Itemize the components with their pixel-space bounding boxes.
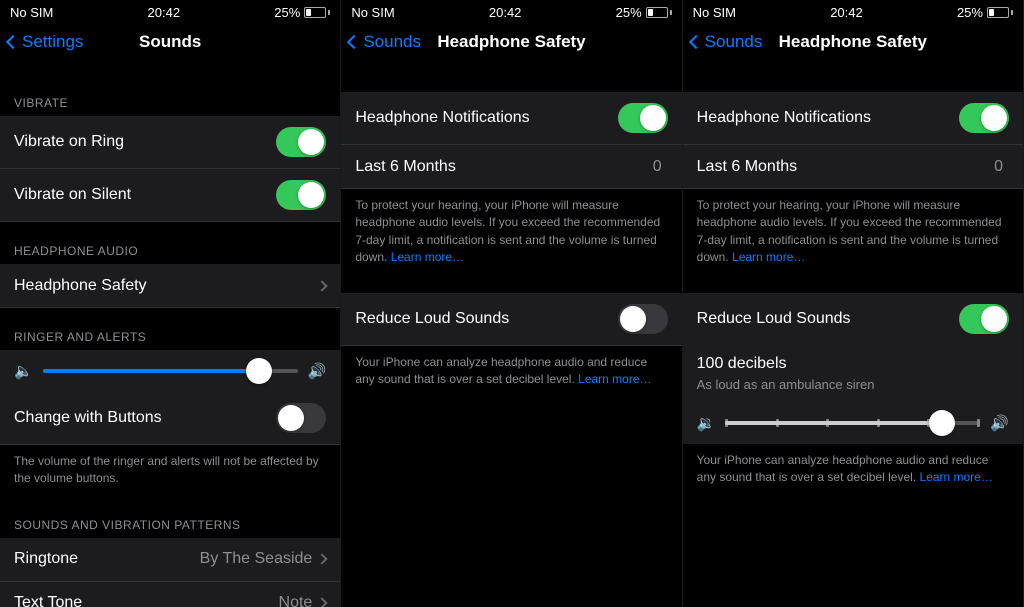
section-header-ringer: RINGER AND ALERTS: [0, 308, 340, 350]
status-battery: 25%: [616, 5, 672, 20]
label-headphone-notifications: Headphone Notifications: [697, 109, 959, 127]
value-text-tone: Note: [279, 594, 319, 607]
learn-more-link[interactable]: Learn more…: [391, 250, 464, 264]
learn-more-link[interactable]: Learn more…: [578, 372, 651, 386]
row-vibrate-on-ring[interactable]: Vibrate on Ring: [0, 116, 340, 169]
status-carrier: No SIM: [10, 5, 53, 20]
row-reduce-loud-sounds[interactable]: Reduce Loud Sounds: [683, 293, 1023, 345]
label-headphone-safety: Headphone Safety: [14, 277, 318, 295]
status-time: 20:42: [148, 5, 181, 20]
status-bar: No SIM 20:42 25%: [341, 0, 681, 22]
label-ringtone: Ringtone: [14, 550, 200, 568]
back-button[interactable]: Sounds: [349, 32, 421, 52]
back-label: Sounds: [705, 32, 763, 52]
volume-high-icon: 🔊: [308, 362, 327, 380]
toggle-reduce-loud[interactable]: [959, 304, 1009, 334]
volume-low-icon: 🔈: [14, 362, 33, 380]
decibel-slider[interactable]: [725, 421, 980, 425]
label-last-6-months: Last 6 Months: [697, 158, 994, 176]
slider-thumb[interactable]: [246, 358, 272, 384]
row-headphone-safety[interactable]: Headphone Safety: [0, 264, 340, 308]
back-label: Sounds: [363, 32, 421, 52]
value-ringtone: By The Seaside: [200, 550, 319, 568]
row-ringtone[interactable]: Ringtone By The Seaside: [0, 538, 340, 582]
slider-fill: [725, 421, 942, 425]
status-bar: No SIM 20:42 25%: [683, 0, 1023, 22]
slider-fill: [43, 369, 260, 373]
ringer-volume-slider[interactable]: [43, 369, 298, 373]
learn-more-link[interactable]: Learn more…: [919, 470, 992, 484]
toggle-vibrate-ring[interactable]: [276, 127, 326, 157]
status-bar: No SIM 20:42 25%: [0, 0, 340, 22]
status-battery: 25%: [957, 5, 1013, 20]
label-text-tone: Text Tone: [14, 594, 279, 607]
toggle-reduce-loud[interactable]: [618, 304, 668, 334]
section-header-vibrate: VIBRATE: [0, 70, 340, 116]
battery-icon: [304, 7, 330, 18]
toggle-change-buttons[interactable]: [276, 403, 326, 433]
content: VIBRATE Vibrate on Ring Vibrate on Silen…: [0, 62, 340, 607]
battery-icon: [646, 7, 672, 18]
toggle-headphone-notifications[interactable]: [959, 103, 1009, 133]
ringer-slider-row[interactable]: 🔈 🔊: [0, 350, 340, 392]
volume-high-icon: 🔊: [990, 414, 1009, 432]
value-last-6-months: 0: [994, 158, 1009, 176]
decibel-description: As loud as an ambulance siren: [683, 373, 1023, 402]
section-header-headphone: HEADPHONE AUDIO: [0, 222, 340, 264]
toggle-headphone-notifications[interactable]: [618, 103, 668, 133]
label-reduce-loud: Reduce Loud Sounds: [355, 310, 617, 328]
row-reduce-loud-sounds[interactable]: Reduce Loud Sounds: [341, 293, 681, 346]
status-time: 20:42: [830, 5, 863, 20]
chevron-left-icon: [689, 35, 703, 49]
status-battery: 25%: [274, 5, 330, 20]
decibel-slider-row[interactable]: 🔉 🔊: [683, 402, 1023, 444]
row-text-tone[interactable]: Text Tone Note: [0, 582, 340, 607]
screen-sounds: No SIM 20:42 25% Settings Sounds VIBRATE…: [0, 0, 341, 607]
content: Headphone Notifications Last 6 Months 0 …: [341, 62, 681, 607]
back-button[interactable]: Sounds: [691, 32, 763, 52]
reduce-footer-text: Your iPhone can analyze headphone audio …: [341, 346, 681, 397]
chevron-right-icon: [317, 280, 328, 291]
notif-footer-text: To protect your hearing, your iPhone wil…: [683, 189, 1023, 275]
reduce-footer-text: Your iPhone can analyze headphone audio …: [683, 444, 1023, 495]
chevron-left-icon: [6, 35, 20, 49]
status-time: 20:42: [489, 5, 522, 20]
row-last-6-months[interactable]: Last 6 Months 0: [341, 145, 681, 189]
status-carrier: No SIM: [351, 5, 394, 20]
row-headphone-notifications[interactable]: Headphone Notifications: [341, 92, 681, 145]
chevron-right-icon: [317, 554, 328, 565]
decibel-value: 100 decibels: [683, 345, 1023, 373]
learn-more-link[interactable]: Learn more…: [732, 250, 805, 264]
content: Headphone Notifications Last 6 Months 0 …: [683, 62, 1023, 607]
value-last-6-months: 0: [653, 158, 668, 176]
row-change-with-buttons[interactable]: Change with Buttons: [0, 392, 340, 445]
screen-headphone-safety-off: No SIM 20:42 25% Sounds Headphone Safety…: [341, 0, 682, 607]
screen-headphone-safety-on: No SIM 20:42 25% Sounds Headphone Safety…: [683, 0, 1024, 607]
battery-icon: [987, 7, 1013, 18]
navbar: Sounds Headphone Safety: [683, 22, 1023, 62]
label-last-6-months: Last 6 Months: [355, 158, 652, 176]
status-carrier: No SIM: [693, 5, 736, 20]
label-change-buttons: Change with Buttons: [14, 409, 276, 427]
navbar: Settings Sounds: [0, 22, 340, 62]
row-vibrate-on-silent[interactable]: Vibrate on Silent: [0, 169, 340, 222]
section-header-patterns: SOUNDS AND VIBRATION PATTERNS: [0, 496, 340, 538]
back-button[interactable]: Settings: [8, 32, 83, 52]
chevron-right-icon: [317, 598, 328, 607]
label-reduce-loud: Reduce Loud Sounds: [697, 310, 959, 328]
navbar: Sounds Headphone Safety: [341, 22, 681, 62]
row-headphone-notifications[interactable]: Headphone Notifications: [683, 92, 1023, 145]
chevron-left-icon: [347, 35, 361, 49]
volume-low-icon: 🔉: [697, 414, 716, 432]
label-headphone-notifications: Headphone Notifications: [355, 109, 617, 127]
label-vibrate-silent: Vibrate on Silent: [14, 186, 276, 204]
label-vibrate-ring: Vibrate on Ring: [14, 133, 276, 151]
ringer-footer-text: The volume of the ringer and alerts will…: [0, 445, 340, 496]
toggle-vibrate-silent[interactable]: [276, 180, 326, 210]
back-label: Settings: [22, 32, 83, 52]
row-last-6-months[interactable]: Last 6 Months 0: [683, 145, 1023, 189]
notif-footer-text: To protect your hearing, your iPhone wil…: [341, 189, 681, 275]
slider-thumb[interactable]: [929, 410, 955, 436]
